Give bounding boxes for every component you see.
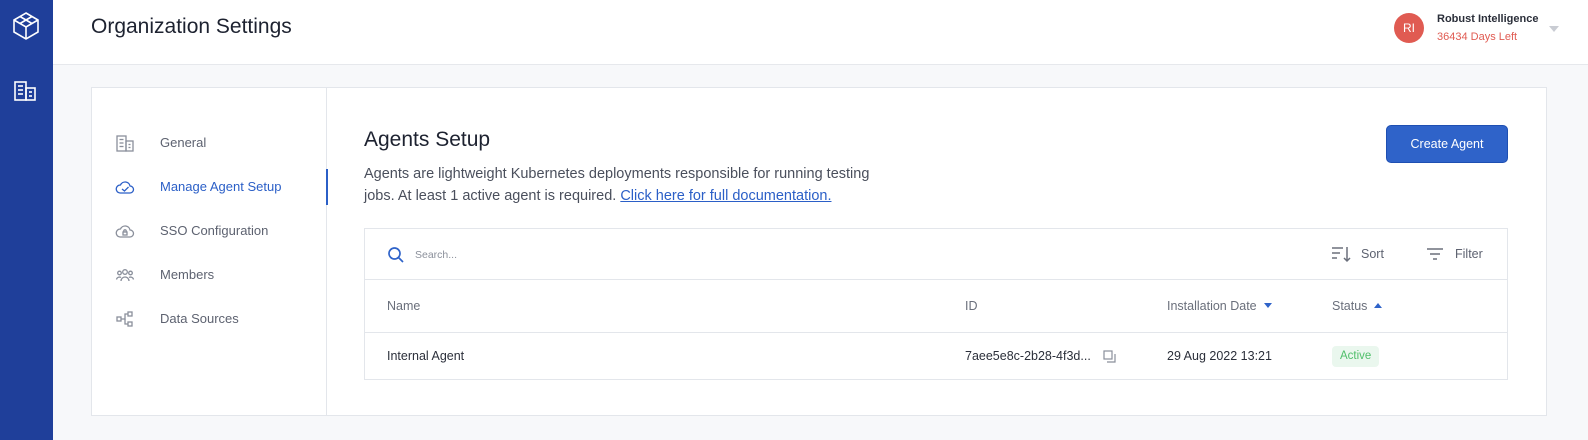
sort-icon <box>1332 247 1351 263</box>
section-title: Agents Setup <box>364 128 491 151</box>
section-description: Agents are lightweight Kubernetes deploy… <box>364 163 904 207</box>
search-input[interactable] <box>415 245 815 265</box>
page-title: Organization Settings <box>91 15 292 38</box>
cloud-check-icon <box>115 181 135 194</box>
agent-id: 7aee5e8c-2b28-4f3d... <box>965 349 1091 363</box>
column-header-label: Status <box>1332 299 1368 313</box>
column-header-name[interactable]: Name <box>387 299 420 313</box>
sidebar-item-sso-configuration[interactable]: SSO Configuration <box>92 211 327 251</box>
copy-icon[interactable] <box>1103 350 1116 363</box>
column-header-status[interactable]: Status <box>1332 299 1383 313</box>
agents-panel: Agents Setup Agents are lightweight Kube… <box>328 88 1546 415</box>
status-badge: Active <box>1332 346 1380 367</box>
sidebar-item-data-sources[interactable]: Data Sources <box>92 299 327 339</box>
sidebar-item-general[interactable]: General <box>92 123 327 163</box>
filter-button[interactable]: Filter <box>1425 245 1483 265</box>
installation-date: 29 Aug 2022 13:21 <box>1167 349 1272 363</box>
nodes-icon <box>116 311 133 327</box>
filter-label: Filter <box>1455 247 1483 261</box>
create-agent-button[interactable]: Create Agent <box>1386 125 1508 163</box>
days-left: 36434 Days Left <box>1437 31 1518 43</box>
sidebar-item-label: SSO Configuration <box>160 223 269 238</box>
column-header-id[interactable]: ID <box>965 299 978 313</box>
sidebar-item-label: General <box>160 135 207 150</box>
top-bar: Organization Settings RI Robust Intellig… <box>53 0 1588 65</box>
building-icon[interactable] <box>12 78 38 104</box>
agent-name: Internal Agent <box>387 349 465 363</box>
sort-asc-icon <box>1374 303 1383 308</box>
cloud-lock-icon <box>115 225 135 238</box>
agents-table: Sort Filter Name ID Installation Date St… <box>364 228 1508 380</box>
building-icon <box>116 135 134 152</box>
table-row[interactable]: Internal Agent 7aee5e8c-2b28-4f3d... 29 … <box>365 334 1507 380</box>
left-rail <box>0 0 53 440</box>
people-icon <box>115 269 135 282</box>
sidebar-item-label: Manage Agent Setup <box>160 179 282 194</box>
table-toolbar: Sort Filter <box>365 229 1507 280</box>
settings-sidebar: General Manage Agent Setup SSO Configura… <box>92 88 328 415</box>
sort-desc-icon <box>1263 303 1272 308</box>
documentation-link[interactable]: Click here for full documentation. <box>620 188 831 204</box>
search-icon <box>388 247 404 263</box>
user-name: Robust Intelligence <box>1437 13 1539 25</box>
sidebar-item-label: Data Sources <box>160 311 239 326</box>
table-header: Name ID Installation Date Status <box>365 281 1507 333</box>
chevron-down-icon[interactable] <box>1549 26 1559 32</box>
filter-icon <box>1427 248 1443 260</box>
user-menu[interactable]: RI Robust Intelligence 36434 Days Left <box>1378 0 1588 65</box>
cube-logo-icon[interactable] <box>10 10 42 42</box>
column-header-label: Installation Date <box>1167 299 1257 313</box>
sidebar-item-members[interactable]: Members <box>92 255 327 295</box>
avatar[interactable]: RI <box>1394 13 1424 43</box>
sidebar-item-label: Members <box>160 267 215 282</box>
column-header-installation-date[interactable]: Installation Date <box>1167 299 1272 313</box>
settings-card: General Manage Agent Setup SSO Configura… <box>91 87 1547 416</box>
sidebar-item-manage-agent-setup[interactable]: Manage Agent Setup <box>92 167 328 207</box>
sort-label: Sort <box>1361 247 1384 261</box>
